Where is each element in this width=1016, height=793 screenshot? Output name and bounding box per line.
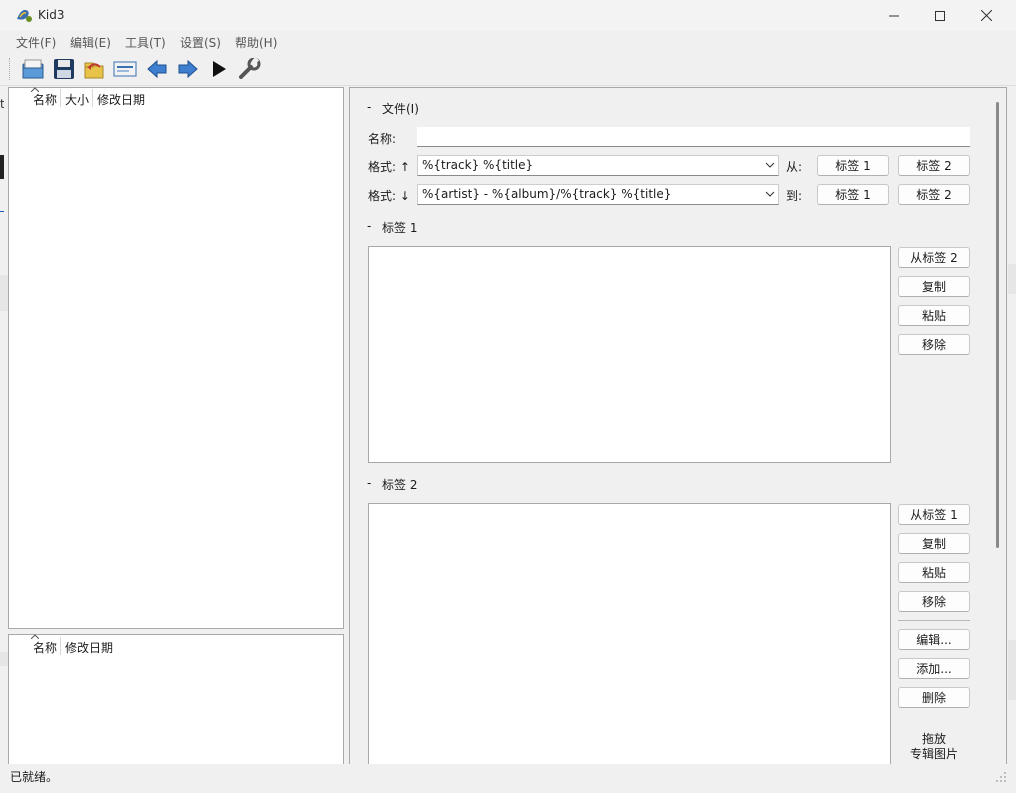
format-to-value: %{artist} - %{album}/%{track} %{title} (422, 187, 672, 201)
chevron-down-icon (765, 191, 775, 197)
tag1-section-collapse[interactable]: - (367, 219, 371, 233)
resize-grip-icon[interactable] (996, 772, 1006, 782)
menu-edit[interactable]: 编辑(E) (70, 34, 111, 51)
file-section-title: 文件(I) (382, 102, 419, 116)
button-separator (898, 620, 970, 621)
play-icon (213, 61, 226, 77)
background-window-strip-2 (0, 652, 8, 666)
to-label: 到: (786, 189, 803, 203)
background-window-link-edge (0, 200, 4, 212)
tag1-remove-button[interactable]: 移除 (898, 334, 970, 355)
from-label: 从: (786, 160, 803, 174)
minimize-icon (889, 15, 899, 16)
open-folder-icon (22, 59, 44, 79)
settings-panel-icon (113, 61, 137, 77)
tag1-copy-button[interactable]: 复制 (898, 276, 970, 297)
file-list-col-modified[interactable]: 修改日期 (97, 91, 145, 108)
previous-button[interactable] (144, 57, 170, 81)
album-art-drop-text-2: 专辑图片 (909, 747, 958, 761)
open-folder-button[interactable] (20, 57, 46, 81)
tag1-from-filename-button[interactable]: 标签 1 (817, 184, 889, 205)
background-window-strip (0, 275, 8, 311)
play-button[interactable] (206, 57, 232, 81)
format-from-label: 格式: ↑ (368, 160, 410, 174)
column-separator (60, 89, 61, 107)
close-icon (980, 10, 992, 21)
chevron-down-icon (765, 162, 775, 168)
revert-icon (84, 62, 104, 79)
format-to-label: 格式: ↓ (368, 189, 410, 203)
name-label: 名称: (368, 132, 397, 146)
tag1-frame-table[interactable] (368, 246, 891, 463)
tag2-paste-button[interactable]: 粘贴 (898, 562, 970, 583)
background-window-strip-right (1008, 264, 1016, 294)
format-from-combo[interactable]: %{track} %{title} (417, 155, 779, 176)
file-section-collapse[interactable]: - (367, 100, 371, 114)
tag2-from-filename-button[interactable]: 标签 2 (898, 184, 970, 205)
filename-input[interactable] (417, 127, 970, 147)
settings-panel-button[interactable] (112, 57, 138, 81)
menu-help[interactable]: 帮助(H) (235, 34, 277, 51)
column-separator (60, 637, 61, 655)
frame-edit-button[interactable]: 编辑... (898, 629, 970, 650)
file-list-col-size[interactable]: 大小 (65, 91, 89, 108)
kid3-app-icon (15, 7, 33, 23)
previous-arrow-icon (147, 59, 167, 79)
close-button[interactable] (963, 0, 1009, 31)
minimize-button[interactable] (871, 0, 917, 31)
filename-from-tag1-button[interactable]: 标签 1 (817, 155, 889, 176)
dir-list-col-name[interactable]: 名称 (33, 639, 57, 656)
tag1-section-title: 标签 1 (382, 221, 418, 235)
tag2-remove-button[interactable]: 移除 (898, 591, 970, 612)
tag1-paste-button[interactable]: 粘贴 (898, 305, 970, 326)
file-list[interactable] (8, 87, 344, 629)
status-bar (0, 764, 1016, 793)
tag2-copy-button[interactable]: 复制 (898, 533, 970, 554)
status-text: 已就绪。 (10, 770, 59, 784)
wrench-button[interactable] (237, 57, 263, 81)
menu-file[interactable]: 文件(F) (16, 34, 56, 51)
dir-list-col-modified[interactable]: 修改日期 (65, 639, 113, 656)
frame-delete-button[interactable]: 删除 (898, 687, 970, 708)
background-window-edge: t (0, 97, 4, 111)
menu-tools[interactable]: 工具(T) (125, 34, 166, 51)
revert-button[interactable] (81, 57, 107, 81)
save-icon (54, 59, 74, 79)
maximize-icon (935, 10, 945, 21)
menu-settings[interactable]: 设置(S) (180, 34, 221, 51)
tag1-from-tag2-button[interactable]: 从标签 2 (898, 247, 970, 268)
vertical-scrollbar-thumb[interactable] (996, 102, 999, 548)
frame-add-button[interactable]: 添加... (898, 658, 970, 679)
wrench-icon (239, 58, 261, 79)
toolbar-grip[interactable] (9, 58, 13, 80)
format-to-combo[interactable]: %{artist} - %{album}/%{track} %{title} (417, 184, 779, 205)
directory-list[interactable] (8, 634, 344, 765)
background-window-strip-right-2 (1008, 640, 1016, 700)
next-button[interactable] (175, 57, 201, 81)
tag2-from-tag1-button[interactable]: 从标签 1 (898, 504, 970, 525)
background-window-edge-mark (0, 155, 4, 179)
tag2-section-collapse[interactable]: - (367, 476, 371, 490)
next-arrow-icon (178, 59, 198, 79)
maximize-button[interactable] (917, 0, 963, 31)
tag2-frame-table[interactable] (368, 503, 891, 765)
window-title: Kid3 (38, 8, 65, 22)
file-list-col-name[interactable]: 名称 (33, 91, 57, 108)
column-separator (92, 89, 93, 107)
save-button[interactable] (51, 57, 77, 81)
tag2-section-title: 标签 2 (382, 478, 418, 492)
format-from-value: %{track} %{title} (422, 158, 534, 172)
title-bar (0, 0, 1016, 31)
filename-from-tag2-button[interactable]: 标签 2 (898, 155, 970, 176)
